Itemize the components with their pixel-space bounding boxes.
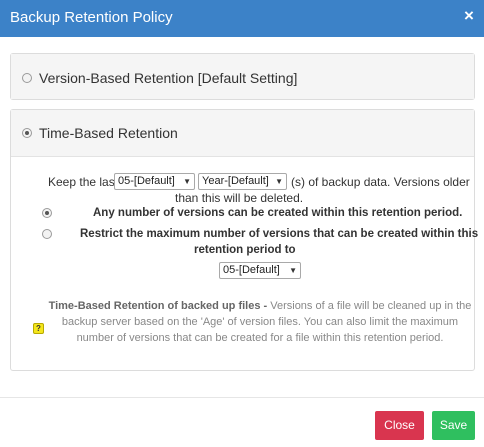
version-based-panel-header: Version-Based Retention [Default Setting… [11, 54, 474, 99]
help-icon[interactable]: ? [33, 323, 44, 334]
keep-last-suffix-line2: than this will be deleted. [175, 191, 304, 205]
chevron-down-icon: ▼ [289, 266, 297, 275]
version-based-label[interactable]: Version-Based Retention [Default Setting… [39, 70, 297, 86]
note-line-2: backup server based on the 'Age' of vers… [61, 316, 459, 328]
dialog-title: Backup Retention Policy [10, 9, 173, 26]
close-icon[interactable]: × [462, 7, 476, 25]
time-based-panel-header: Time-Based Retention [11, 110, 474, 157]
time-based-radio[interactable] [22, 128, 32, 138]
close-button[interactable]: Close [375, 411, 424, 440]
retention-count-value: 05-[Default] [118, 175, 175, 187]
save-button[interactable]: Save [432, 411, 475, 440]
keep-last-prefix: Keep the last [48, 175, 119, 189]
time-based-panel: Time-Based Retention Keep the last 05-[D… [10, 109, 478, 371]
note-lead: Time-Based Retention of backed up files … [48, 300, 271, 312]
version-based-radio[interactable] [22, 73, 32, 83]
any-versions-label[interactable]: Any number of versions can be created wi… [93, 206, 462, 221]
note-line1-text: Versions of a file will be cleaned up in… [270, 300, 472, 312]
max-versions-value: 05-[Default] [223, 264, 280, 276]
retention-unit-select[interactable]: Year-[Default] ▼ [198, 173, 287, 190]
chevron-down-icon: ▼ [275, 177, 283, 186]
restrict-versions-label-line2: retention period to [194, 244, 296, 256]
time-based-note: Time-Based Retention of backed up files … [46, 298, 474, 346]
version-based-panel: Version-Based Retention [Default Setting… [10, 53, 475, 100]
dialog-header: Backup Retention Policy × [0, 0, 484, 37]
note-line-1: Time-Based Retention of backed up files … [46, 298, 474, 314]
retention-unit-value: Year-[Default] [202, 175, 269, 187]
restrict-versions-label[interactable]: Restrict the maximum number of versions … [80, 227, 478, 242]
any-versions-radio[interactable] [42, 208, 52, 218]
chevron-down-icon: ▼ [183, 177, 191, 186]
retention-count-select[interactable]: 05-[Default] ▼ [114, 173, 195, 190]
note-line-3: number of versions that can be created f… [76, 332, 444, 344]
restrict-versions-radio[interactable] [42, 229, 52, 239]
keep-last-suffix: (s) of backup data. Versions older [291, 175, 470, 189]
time-based-label[interactable]: Time-Based Retention [39, 125, 178, 141]
footer-divider [0, 397, 484, 398]
max-versions-select[interactable]: 05-[Default] ▼ [219, 262, 301, 279]
